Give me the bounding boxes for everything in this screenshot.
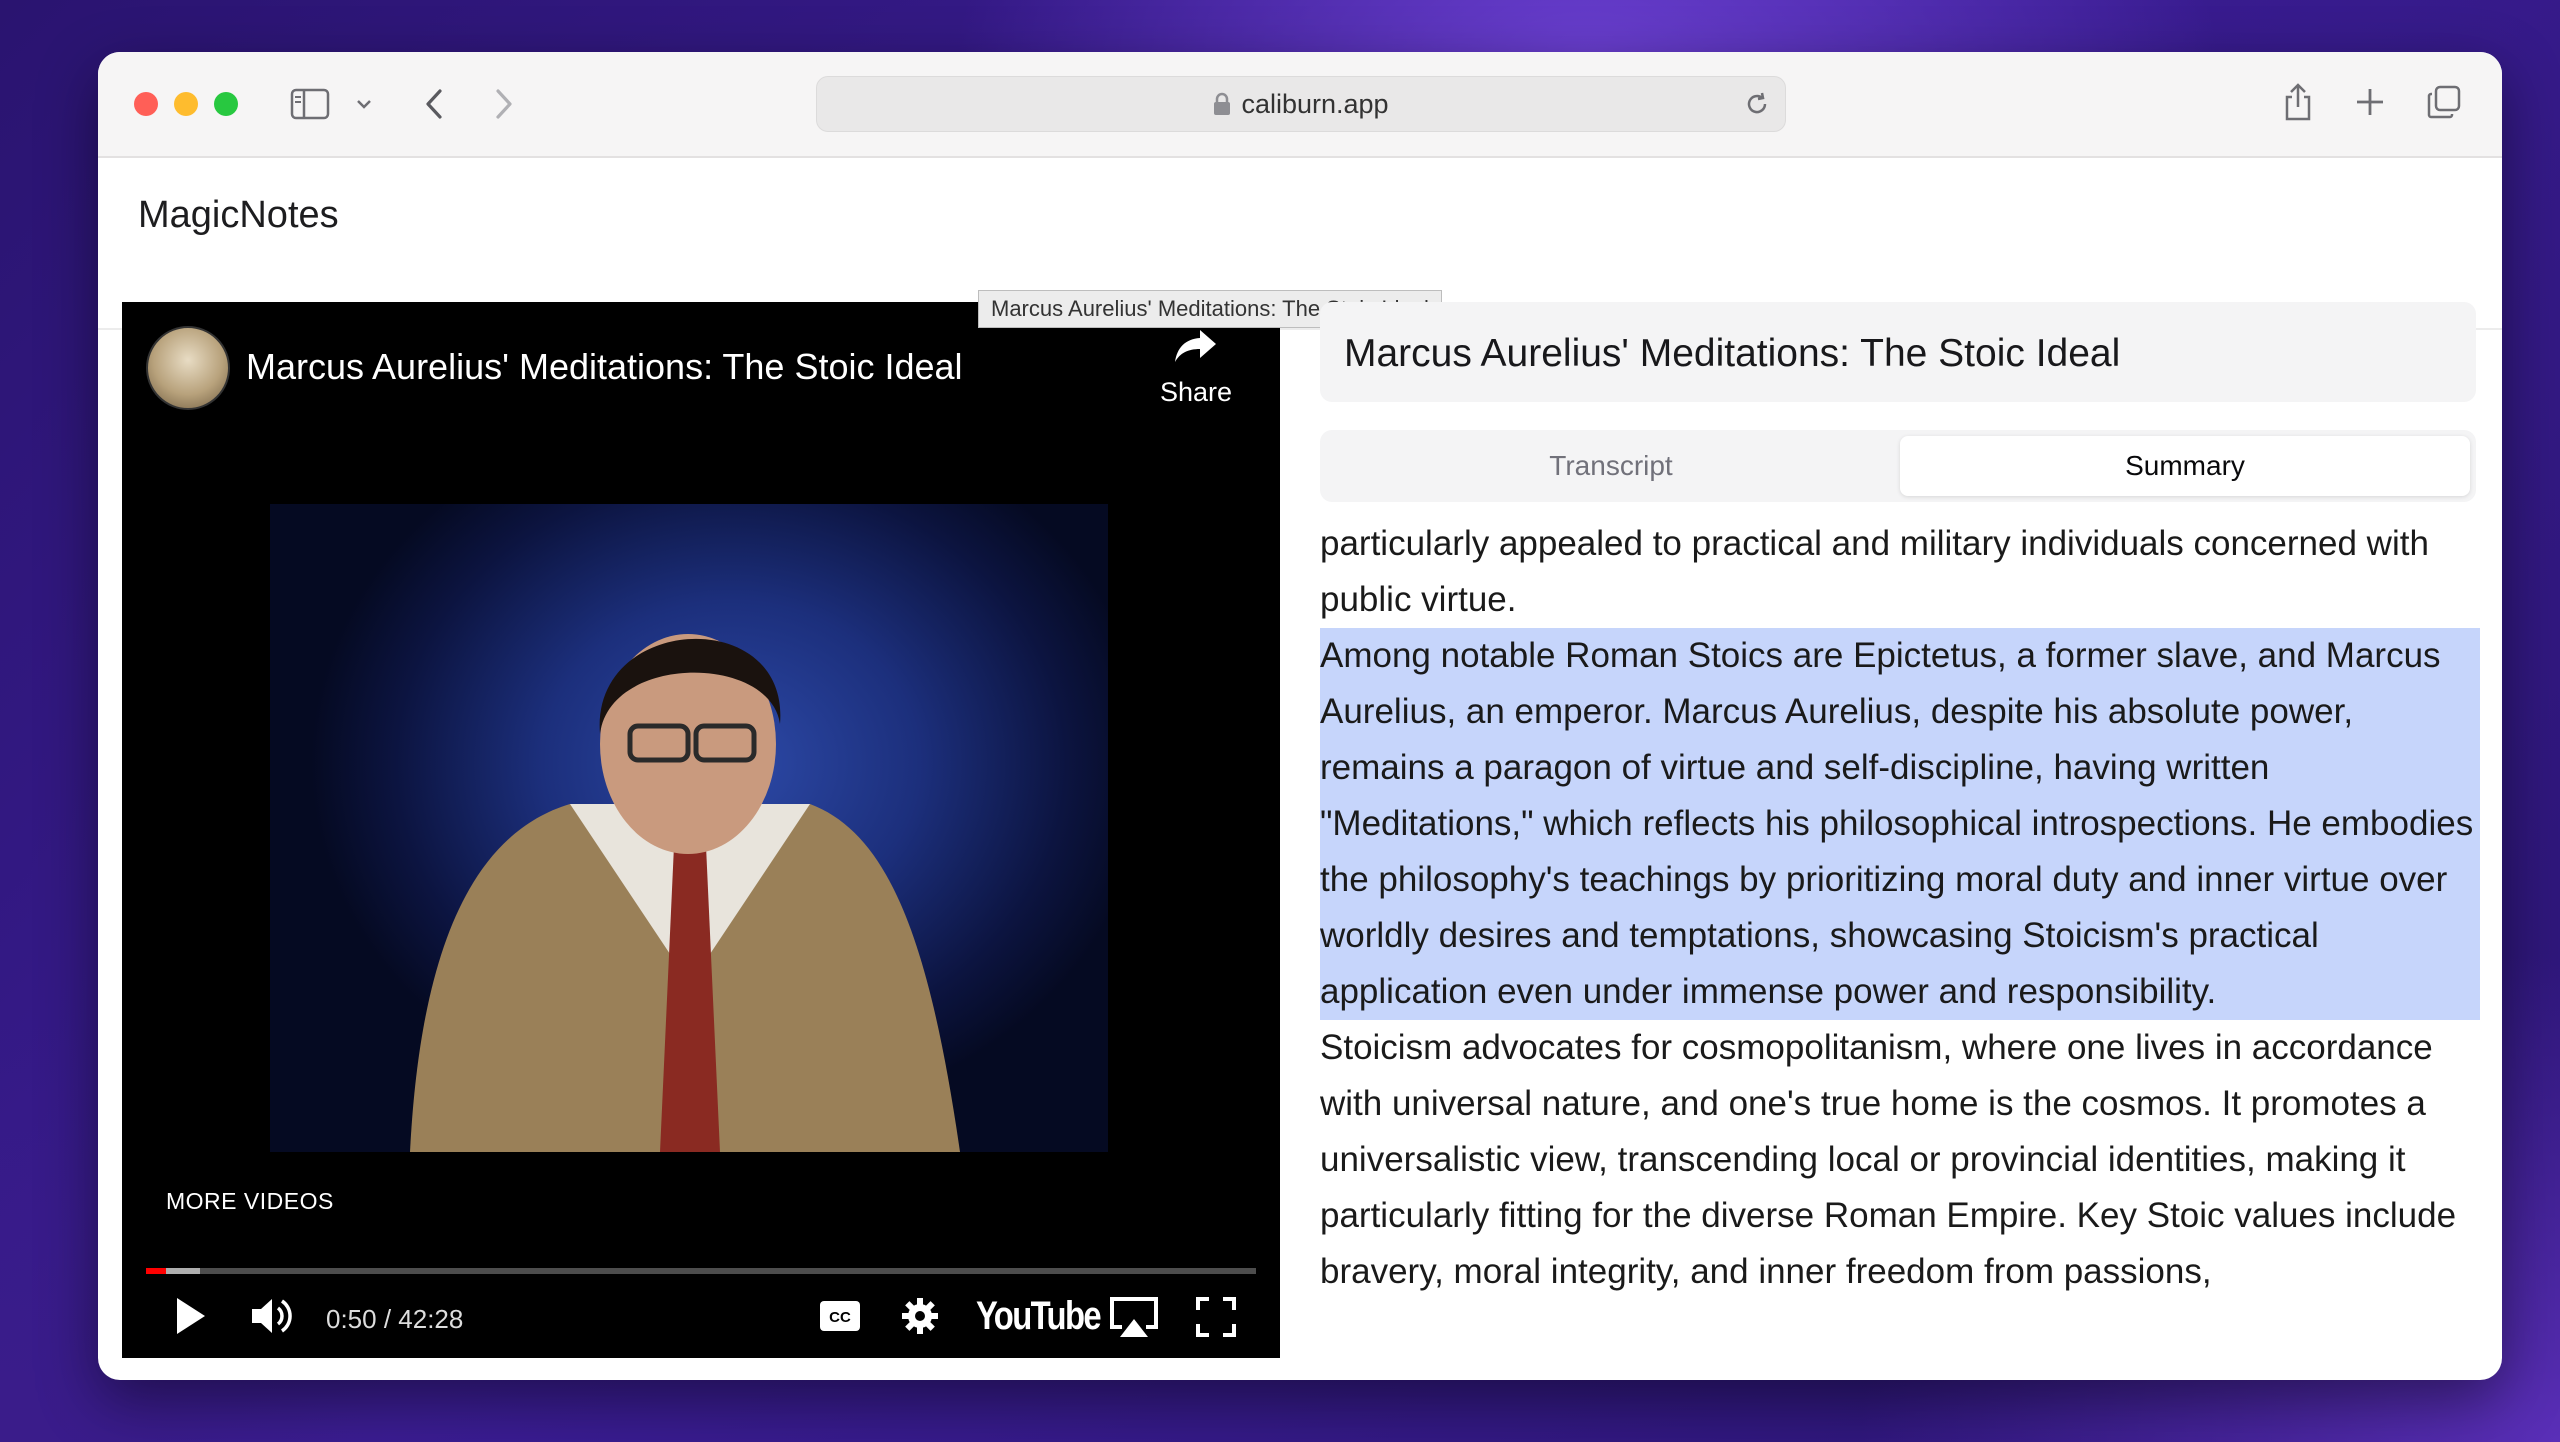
close-window-button[interactable] bbox=[134, 92, 158, 116]
youtube-logo[interactable]: YouTube bbox=[976, 1294, 1102, 1339]
volume-icon[interactable] bbox=[246, 1292, 302, 1340]
tab-transcript[interactable]: Transcript bbox=[1326, 436, 1896, 496]
note-title-card: Marcus Aurelius' Meditations: The Stoic … bbox=[1320, 302, 2476, 402]
settings-icon[interactable] bbox=[896, 1292, 944, 1340]
progress-bar[interactable] bbox=[146, 1268, 1256, 1274]
tabs-overview-icon[interactable] bbox=[2424, 82, 2464, 122]
svg-text:CC: CC bbox=[829, 1309, 851, 1326]
forward-icon[interactable] bbox=[486, 82, 522, 126]
tab-summary[interactable]: Summary bbox=[1900, 436, 2470, 496]
video-frame bbox=[270, 504, 1108, 1152]
channel-avatar[interactable] bbox=[146, 326, 230, 410]
note-title: Marcus Aurelius' Meditations: The Stoic … bbox=[1344, 332, 2121, 375]
share-arrow-icon bbox=[1172, 326, 1220, 371]
browser-toolbar: caliburn.app bbox=[98, 52, 2502, 158]
video-player[interactable]: Marcus Aurelius' Meditations: The Stoic … bbox=[122, 302, 1280, 1358]
app-title: MagicNotes bbox=[138, 194, 339, 236]
captions-icon[interactable]: CC bbox=[816, 1294, 864, 1338]
chevron-down-icon[interactable] bbox=[354, 92, 374, 116]
share-icon[interactable] bbox=[2278, 78, 2318, 126]
tab-bar: Transcript Summary bbox=[1320, 430, 2476, 502]
video-time: 0:50 / 42:28 bbox=[326, 1304, 464, 1334]
video-title[interactable]: Marcus Aurelius' Meditations: The Stoic … bbox=[246, 346, 963, 388]
url-text: caliburn.app bbox=[1241, 88, 1389, 119]
address-bar[interactable]: caliburn.app bbox=[816, 76, 1786, 132]
back-icon[interactable] bbox=[416, 82, 452, 126]
presenter-image bbox=[410, 634, 960, 1152]
new-tab-icon[interactable] bbox=[2350, 82, 2390, 122]
progress-played bbox=[146, 1268, 166, 1274]
zoom-window-button[interactable] bbox=[214, 92, 238, 116]
browser-window: caliburn.app MagicNotes Marcus Aurelius'… bbox=[98, 52, 2502, 1380]
minimize-window-button[interactable] bbox=[174, 92, 198, 116]
more-videos-button[interactable]: MORE VIDEOS bbox=[166, 1188, 334, 1215]
reload-icon[interactable] bbox=[1743, 90, 1771, 118]
lock-icon bbox=[1213, 92, 1231, 116]
fullscreen-icon[interactable] bbox=[1192, 1294, 1240, 1340]
sidebar-icon[interactable] bbox=[290, 84, 330, 124]
summary-paragraph-highlighted: Among notable Roman Stoics are Epictetus… bbox=[1320, 628, 2480, 1020]
airplay-icon[interactable] bbox=[1106, 1292, 1162, 1342]
play-icon[interactable] bbox=[166, 1292, 214, 1340]
summary-content: particularly appealed to practical and m… bbox=[1320, 516, 2480, 1380]
video-share-button[interactable]: Share bbox=[1146, 326, 1246, 408]
progress-buffered bbox=[166, 1268, 200, 1274]
share-label: Share bbox=[1159, 377, 1233, 407]
summary-paragraph: particularly appealed to practical and m… bbox=[1320, 524, 2429, 619]
summary-paragraph: Stoicism advocates for cosmopolitanism, … bbox=[1320, 1028, 2457, 1291]
